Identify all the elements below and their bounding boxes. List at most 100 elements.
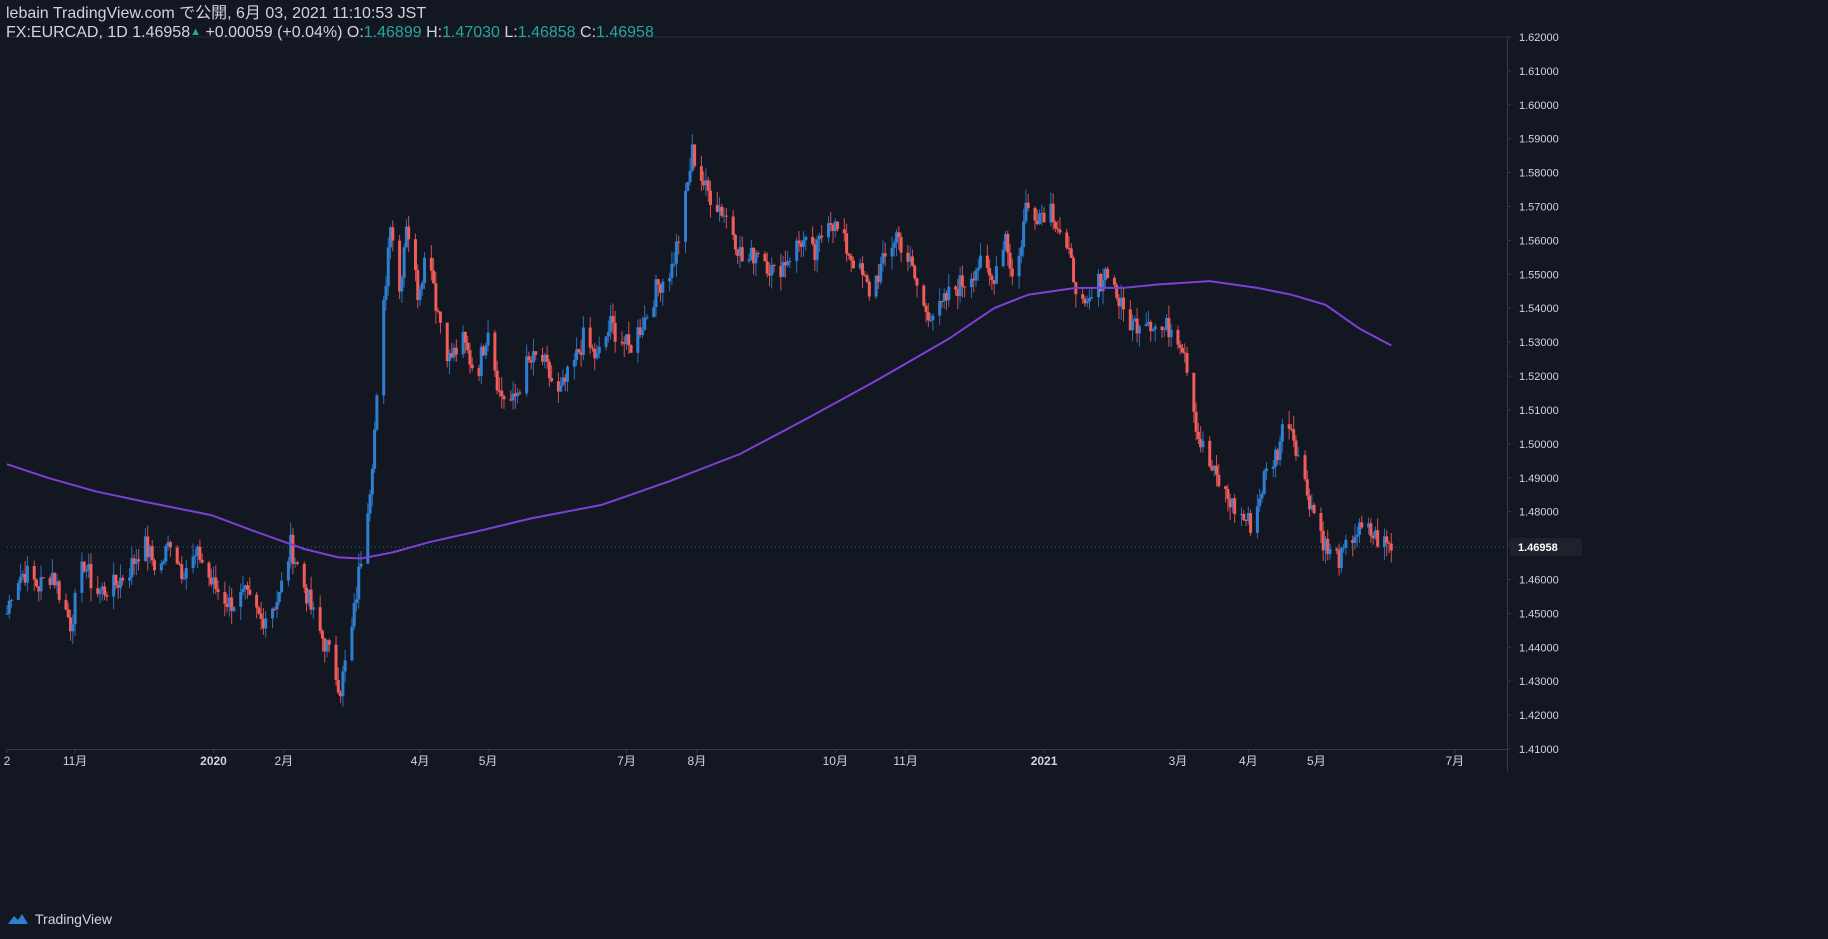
candle-body [577, 349, 581, 353]
candle-body [1053, 222, 1057, 229]
candle-body [590, 347, 594, 349]
price-chart[interactable]: 1.41000 1.42000 1.43000 1.44000 1.45000 1.460… [0, 0, 1828, 939]
price-tick-label: 1.58000 [1519, 168, 1559, 180]
candle-body [795, 240, 799, 261]
candle-body [1033, 207, 1037, 221]
candle-body [1106, 268, 1110, 278]
close-value: 1.46958 [596, 24, 654, 41]
candle-body [164, 546, 168, 562]
candle-body [193, 555, 197, 557]
close-label: C: [580, 24, 597, 41]
candle-body [724, 215, 728, 217]
candle-body [438, 311, 442, 323]
candle-body [463, 331, 467, 343]
candle-body [223, 591, 227, 604]
candle-body [572, 359, 576, 367]
candle-body [581, 327, 585, 355]
candle-body [643, 317, 647, 330]
candle-body [318, 607, 322, 631]
candle-body [867, 281, 871, 297]
candle-body [988, 268, 992, 276]
candle-body [200, 559, 204, 563]
candle-body [629, 345, 633, 353]
candle-body [924, 305, 928, 313]
candle-body [1144, 323, 1148, 327]
price-tick-label: 1.59000 [1519, 134, 1559, 146]
candle-body [1262, 471, 1266, 494]
candle-body [32, 565, 36, 580]
candle-body [1201, 440, 1205, 448]
candle-body [620, 341, 624, 344]
candle-body [309, 589, 313, 610]
price-tick-label: 1.46000 [1519, 574, 1559, 586]
candle-body [1010, 268, 1014, 277]
candle-body [180, 564, 184, 580]
candle-body [5, 613, 9, 615]
candle-body [105, 594, 109, 597]
candle-body [184, 567, 188, 579]
time-tick-label: 8月 [688, 754, 707, 768]
symbol-interval[interactable]: FX:EURCAD, 1D [6, 24, 128, 41]
candle-body [259, 613, 263, 619]
candle-body [1090, 297, 1094, 299]
candle-body [1353, 536, 1357, 543]
candle-body [1026, 202, 1030, 208]
candle-body [359, 563, 363, 567]
candle-body [938, 301, 942, 316]
candle-body [1178, 344, 1182, 348]
time-tick-label: 2021 [1031, 754, 1058, 768]
ohlc-legend: FX:EURCAD, 1D 1.46958▲ +0.00059 (+0.04%)… [6, 23, 654, 42]
time-tick-label: 5月 [479, 754, 498, 768]
candle-body [352, 602, 356, 627]
candle-body [985, 255, 989, 269]
candle-body [1180, 347, 1184, 353]
candle-body [922, 285, 926, 306]
candle-body [71, 624, 75, 632]
price-tick-label: 1.53000 [1519, 337, 1559, 349]
candle-body [10, 599, 14, 601]
candle-body [1162, 329, 1166, 331]
candle-body [606, 332, 610, 337]
candle-body [656, 279, 660, 285]
last-value: 1.46958 [132, 24, 191, 41]
candle-body [354, 599, 358, 603]
candle-body [963, 286, 967, 288]
candle-body [940, 301, 944, 303]
candle-body [295, 562, 299, 564]
change-value: +0.00059 (+0.04%) [205, 24, 343, 41]
candle-body [842, 229, 846, 234]
candle-body [1355, 534, 1359, 537]
candle-body [407, 226, 411, 240]
candle-body [311, 607, 315, 610]
candle-body [103, 586, 107, 595]
candle-body [595, 353, 599, 359]
candle-body [320, 630, 324, 639]
candle-body [1335, 548, 1339, 551]
price-tick-label: 1.61000 [1519, 66, 1559, 78]
candle-body [733, 234, 737, 250]
candle-body [1296, 455, 1300, 457]
candle-body [547, 361, 551, 379]
candle-body [1137, 326, 1141, 334]
candle-body [613, 322, 617, 342]
candle-body [159, 563, 163, 571]
candle-body [588, 327, 592, 348]
candle-body [994, 266, 998, 284]
candle-body [429, 257, 433, 271]
candle-body [756, 252, 760, 254]
candle-body [1121, 297, 1125, 310]
time-tick-label: 5月 [1307, 754, 1326, 768]
candle-body [1017, 255, 1021, 277]
time-tick-label: 3月 [1169, 754, 1188, 768]
candle-body [797, 240, 801, 244]
high-label: H: [426, 24, 443, 41]
candle-body [1389, 543, 1393, 551]
candle-body [899, 237, 903, 253]
tradingview-footer[interactable]: TradingView [6, 911, 112, 927]
candle-body [386, 247, 390, 287]
price-tick-label: 1.41000 [1519, 744, 1559, 756]
candle-body [1072, 257, 1076, 283]
candle-body [770, 265, 774, 276]
candle-body [207, 562, 211, 578]
candle-body [926, 312, 930, 321]
